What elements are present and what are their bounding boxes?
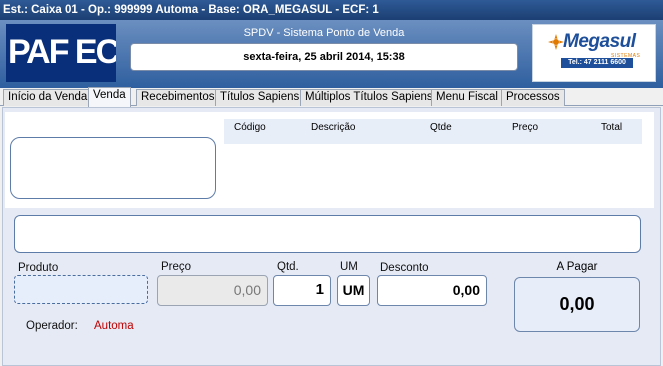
paf-ecf-logo: PAF ECF: [6, 24, 116, 82]
preco-input[interactable]: 0,00: [157, 275, 268, 306]
preco-label: Preço: [161, 261, 192, 273]
desconto-input[interactable]: 0,00: [377, 275, 487, 306]
a-pagar-label: A Pagar: [556, 261, 598, 273]
tab-recebimentos[interactable]: Recebimentos: [136, 89, 220, 106]
megasul-logo: Megasul SISTEMAS Tel.: 47 2111 6600: [532, 24, 656, 82]
produto-input[interactable]: [14, 275, 148, 304]
items-grid[interactable]: [224, 144, 642, 202]
column-header-descricao[interactable]: Descrição: [311, 122, 355, 133]
qtd-input[interactable]: 1: [273, 275, 331, 306]
column-header-qtde[interactable]: Qtde: [430, 122, 452, 133]
desconto-label: Desconto: [380, 262, 429, 274]
a-pagar-display: 0,00: [514, 277, 640, 332]
product-image-box: [10, 137, 216, 199]
datetime-display: sexta-feira, 25 abril 2014, 15:38: [130, 43, 518, 71]
column-header-preco[interactable]: Preço: [512, 122, 538, 133]
tab-venda[interactable]: Venda: [88, 87, 131, 107]
qtd-label: Qtd.: [277, 261, 299, 273]
produto-label: Produto: [18, 262, 59, 274]
logo-text: PAF ECF: [8, 33, 116, 71]
tab-menu-fiscal[interactable]: Menu Fiscal: [431, 89, 503, 106]
system-title: SPDV - Sistema Ponto de Venda: [243, 27, 405, 39]
tab-multiplos-titulos-sapiens[interactable]: Múltiplos Títulos Sapiens: [300, 89, 438, 106]
operador-label: Operador:: [26, 320, 78, 332]
window-title-bar: Est.: Caixa 01 - Op.: 999999 Automa - Ba…: [0, 0, 663, 20]
column-header-codigo[interactable]: Código: [234, 122, 266, 133]
tab-inicio-da-venda[interactable]: Início da Venda: [3, 89, 93, 106]
message-display: [14, 215, 641, 253]
column-header-total[interactable]: Total: [601, 122, 622, 133]
um-label: UM: [340, 261, 358, 273]
brand-phone: Tel.: 47 2111 6600: [561, 58, 633, 68]
tab-titulos-sapiens[interactable]: Títulos Sapiens: [215, 89, 305, 106]
operador-value: Automa: [94, 320, 134, 332]
um-input[interactable]: UM: [337, 275, 370, 306]
tab-processos[interactable]: Processos: [501, 89, 565, 106]
brand-name: Megasul: [563, 31, 636, 52]
